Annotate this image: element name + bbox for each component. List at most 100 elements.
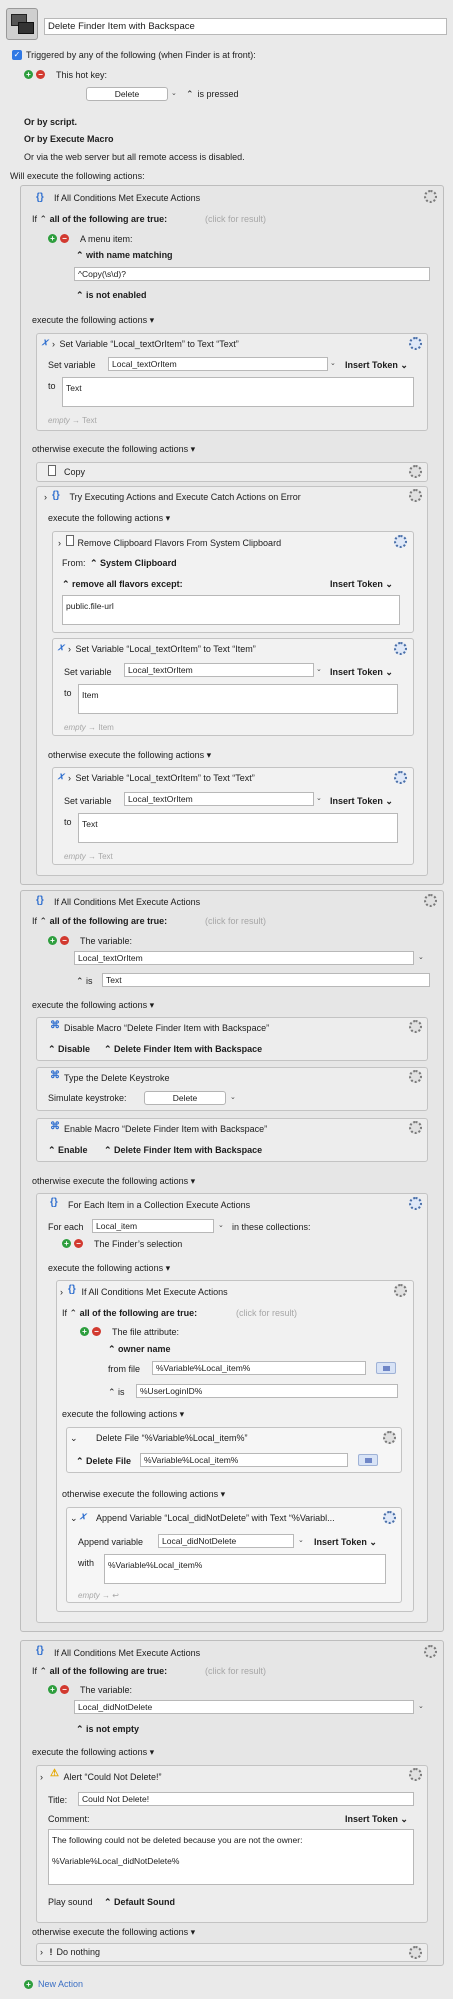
gear-icon[interactable] (383, 1511, 396, 1524)
variable-dropdown-icon[interactable]: ⌄ (418, 953, 424, 961)
variable-dropdown-icon[interactable]: ⌄ (330, 359, 336, 367)
for-each-execute-label[interactable]: execute the following actions ▾ (48, 1263, 170, 1274)
click-for-result[interactable]: (click for result) (205, 916, 266, 927)
with-name-matching-select[interactable]: ⌃ with name matching (76, 250, 173, 261)
append-variable-field[interactable]: Local_didNotDelete (158, 1534, 294, 1548)
gear-icon[interactable] (409, 1070, 422, 1083)
if-3-otherwise-label[interactable]: otherwise execute the following actions … (62, 1489, 225, 1500)
variable-dropdown-icon[interactable]: ⌄ (418, 1702, 424, 1710)
remove-condition-button[interactable]: − (60, 936, 69, 945)
gear-icon[interactable] (424, 190, 437, 203)
otherwise-label-2[interactable]: otherwise execute the following actions … (32, 1176, 195, 1187)
new-action-link[interactable]: New Action (38, 1979, 83, 1990)
or-by-script[interactable]: Or by script. (24, 117, 77, 128)
text-value-area[interactable]: Item (78, 684, 398, 714)
append-value-area[interactable]: %Variable%Local_item% (104, 1554, 386, 1584)
gear-icon[interactable] (409, 337, 422, 350)
gear-icon[interactable] (409, 489, 422, 502)
insert-token-button[interactable]: Insert Token ⌄ (314, 1537, 377, 1548)
if-4-condition-row[interactable]: If ⌃ all of the following are true: (32, 1666, 167, 1677)
folder-icon[interactable] (376, 1362, 396, 1374)
if-3-execute-label[interactable]: execute the following actions ▾ (62, 1409, 184, 1420)
gear-icon[interactable] (409, 1121, 422, 1134)
variable-dropdown-icon[interactable]: ⌄ (298, 1536, 304, 1544)
gear-icon[interactable] (409, 1020, 422, 1033)
add-trigger-button[interactable]: + (24, 70, 33, 79)
if-1-condition-row[interactable]: If ⌃ all of the following are true: (32, 214, 167, 225)
add-collection-button[interactable]: + (62, 1239, 71, 1248)
remove-condition-button[interactable]: − (60, 1685, 69, 1694)
delete-file-select[interactable]: ⌃ Delete File (76, 1456, 131, 1467)
disable-select[interactable]: ⌃ Disable (48, 1044, 90, 1055)
remove-condition-button[interactable]: − (60, 234, 69, 243)
insert-token-button[interactable]: Insert Token ⌄ (345, 1814, 408, 1825)
gear-icon[interactable] (383, 1431, 396, 1444)
execute-label-4[interactable]: execute the following actions ▾ (32, 1747, 154, 1758)
hotkey-dropdown-icon[interactable]: ⌄ (171, 89, 177, 97)
alert-title-field[interactable]: Could Not Delete! (78, 1792, 414, 1806)
otherwise-label-4[interactable]: otherwise execute the following actions … (32, 1927, 195, 1938)
insert-token-button[interactable]: Insert Token ⌄ (345, 360, 408, 371)
if-3-condition-row[interactable]: If ⌃ all of the following are true: (62, 1308, 197, 1319)
try-otherwise-label[interactable]: otherwise execute the following actions … (48, 750, 211, 761)
try-execute-label[interactable]: execute the following actions ▾ (48, 513, 170, 524)
variable-name-field[interactable]: Local_textOrItem (124, 792, 314, 806)
is-value-field[interactable]: %UserLoginID% (136, 1384, 398, 1398)
condition-value-field[interactable]: Text (102, 973, 430, 987)
delete-file-path-field[interactable]: %Variable%Local_item% (140, 1453, 348, 1467)
execute-label-1[interactable]: execute the following actions ▾ (32, 315, 154, 326)
variable-name-field[interactable]: Local_textOrItem (108, 357, 328, 371)
insert-token-button[interactable]: Insert Token ⌄ (330, 796, 393, 807)
or-by-execute-macro[interactable]: Or by Execute Macro (24, 134, 114, 145)
macro-name-field[interactable]: Delete Finder Item with Backspace (44, 18, 447, 35)
copy-action[interactable] (36, 462, 428, 482)
gear-icon[interactable] (424, 894, 437, 907)
sound-select[interactable]: ⌃ Default Sound (104, 1897, 175, 1908)
condition-variable-field[interactable]: Local_didNotDelete (74, 1700, 414, 1714)
variable-dropdown-icon[interactable]: ⌄ (316, 794, 322, 802)
disable-target-select[interactable]: ⌃ Delete Finder Item with Backspace (104, 1044, 262, 1055)
from-file-field[interactable]: %Variable%Local_item% (152, 1361, 366, 1375)
keystroke-field[interactable]: Delete (144, 1091, 226, 1105)
variable-dropdown-icon[interactable]: ⌄ (316, 665, 322, 673)
otherwise-label-1[interactable]: otherwise execute the following actions … (32, 444, 195, 455)
new-action-icon[interactable]: + (24, 1980, 33, 1989)
not-empty-select[interactable]: ⌃ is not empty (76, 1724, 139, 1735)
gear-icon[interactable] (394, 535, 407, 548)
insert-token-button[interactable]: Insert Token ⌄ (330, 667, 393, 678)
click-for-result[interactable]: (click for result) (205, 214, 266, 225)
for-each-variable-field[interactable]: Local_item (92, 1219, 214, 1233)
if-2-condition-row[interactable]: If ⌃ all of the following are true: (32, 916, 167, 927)
not-enabled-select[interactable]: ⌃ is not enabled (76, 290, 147, 301)
enable-target-select[interactable]: ⌃ Delete Finder Item with Backspace (104, 1145, 262, 1156)
menu-pattern-field[interactable]: ^Copy(\s\d)? (74, 267, 430, 281)
folder-icon[interactable] (358, 1454, 378, 1466)
insert-token-button[interactable]: Insert Token ⌄ (330, 579, 393, 590)
gear-icon[interactable] (409, 465, 422, 478)
add-condition-button[interactable]: + (48, 234, 57, 243)
remove-condition-button[interactable]: − (92, 1327, 101, 1336)
trigger-checkbox[interactable]: ✓ (12, 50, 22, 60)
is-select[interactable]: ⌃ is (108, 1387, 125, 1398)
owner-name-select[interactable]: ⌃ owner name (108, 1344, 171, 1355)
variable-dropdown-icon[interactable]: ⌄ (218, 1221, 224, 1229)
remove-collection-button[interactable]: − (74, 1239, 83, 1248)
pressed-select[interactable]: ⌃ is pressed (186, 89, 239, 100)
condition-variable-field[interactable]: Local_textOrItem (74, 951, 414, 965)
add-condition-button[interactable]: + (80, 1327, 89, 1336)
text-value-area[interactable]: Text (62, 377, 414, 407)
click-for-result[interactable]: (click for result) (236, 1308, 297, 1319)
add-condition-button[interactable]: + (48, 1685, 57, 1694)
gear-icon[interactable] (409, 1946, 422, 1959)
gear-icon[interactable] (409, 1197, 422, 1210)
gear-icon[interactable] (394, 642, 407, 655)
gear-icon[interactable] (394, 1284, 407, 1297)
keystroke-dropdown-icon[interactable]: ⌄ (230, 1093, 236, 1101)
remove-except-select[interactable]: ⌃ remove all flavors except: (62, 579, 183, 590)
flavor-value-area[interactable]: public.file-url (62, 595, 400, 625)
text-value-area[interactable]: Text (78, 813, 398, 843)
enable-select[interactable]: ⌃ Enable (48, 1145, 88, 1156)
click-for-result[interactable]: (click for result) (205, 1666, 266, 1677)
clipboard-select[interactable]: ⌃ System Clipboard (90, 558, 177, 569)
remove-trigger-button[interactable]: − (36, 70, 45, 79)
